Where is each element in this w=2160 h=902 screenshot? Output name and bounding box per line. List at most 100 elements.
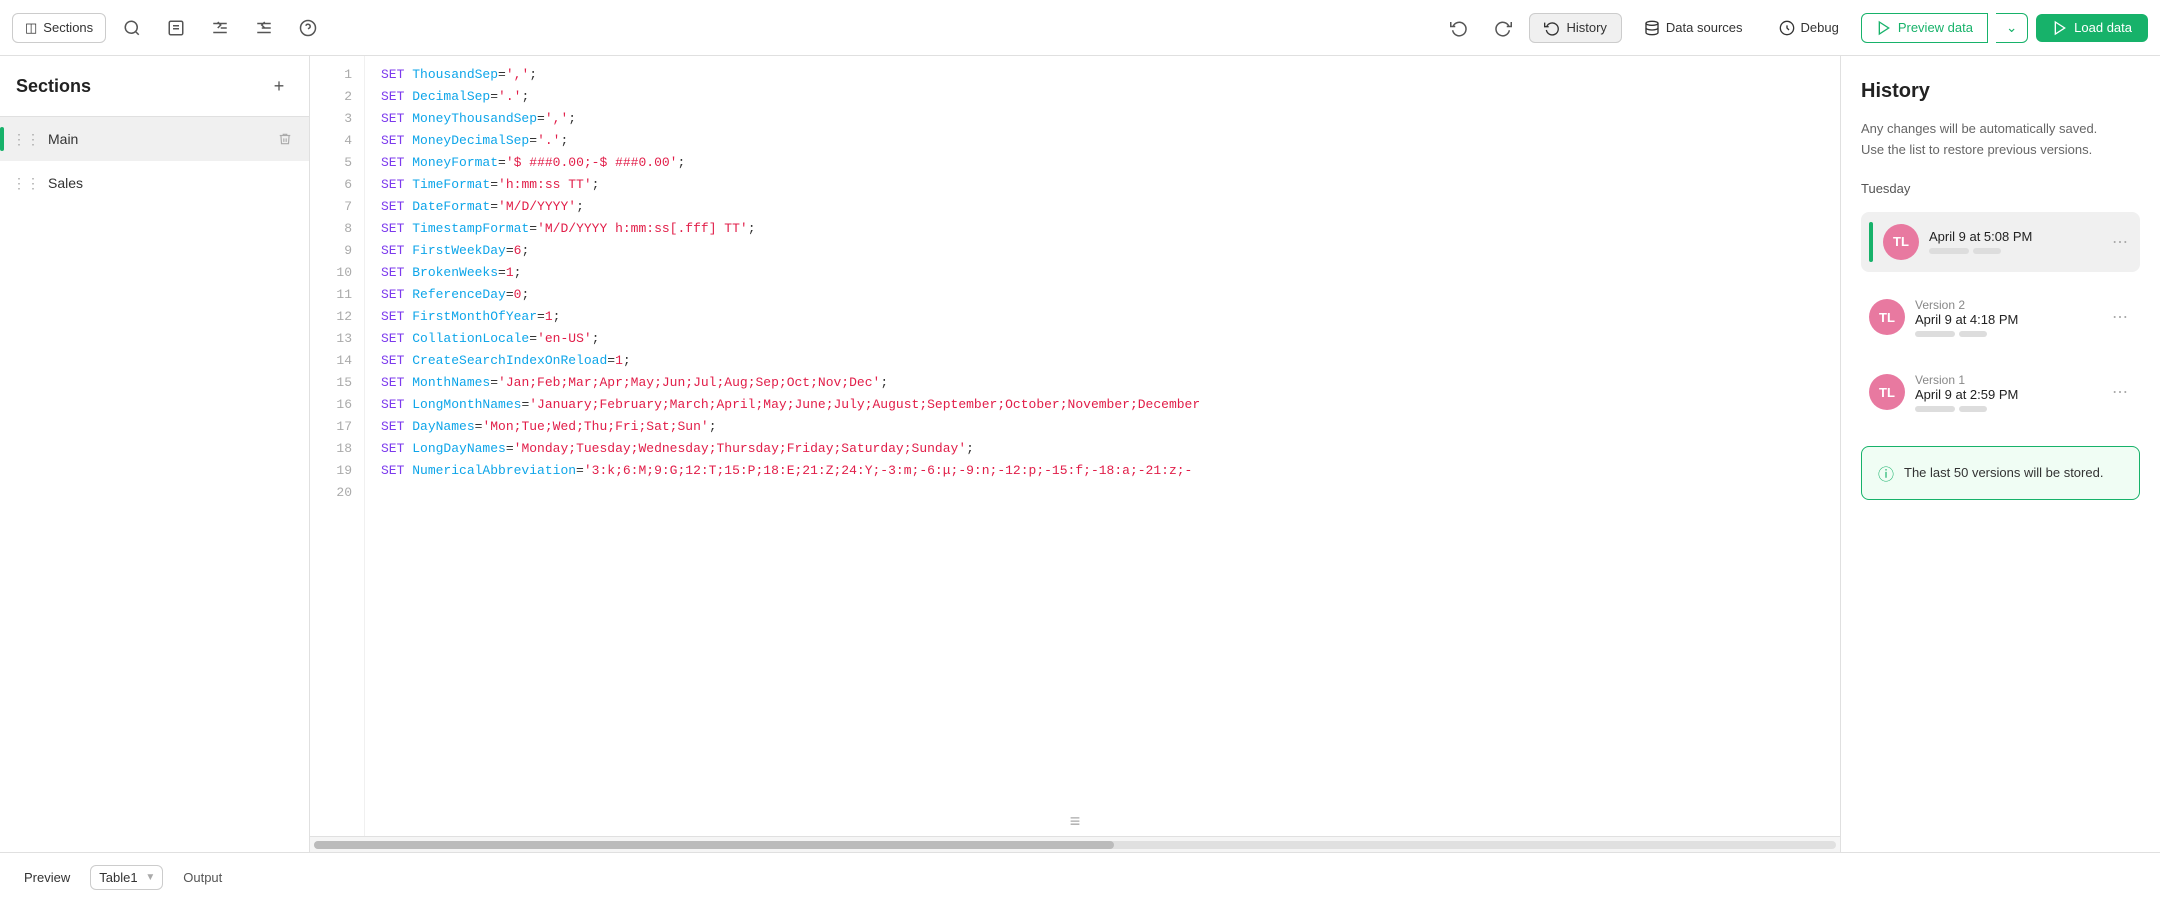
help-icon bbox=[299, 19, 317, 37]
hscroll-thumb[interactable] bbox=[314, 841, 1114, 849]
history-item-preview-v2 bbox=[1915, 331, 2098, 337]
trash-icon-sales bbox=[278, 176, 292, 190]
line-num-2: 2 bbox=[310, 86, 364, 108]
history-more-button-current[interactable]: ⋯ bbox=[2108, 230, 2132, 254]
history-item-v1[interactable]: TL Version 1 April 9 at 2:59 PM ⋯ bbox=[1861, 363, 2140, 422]
table-select-wrapper: Table1 ▼ bbox=[90, 865, 163, 890]
sidebar-item-label-sales: Sales bbox=[48, 175, 265, 191]
history-item-info-v2: Version 2 April 9 at 4:18 PM bbox=[1915, 298, 2098, 337]
horizontal-scrollbar[interactable] bbox=[310, 836, 1840, 852]
preview-block-v2-2 bbox=[1959, 331, 1987, 337]
redo-icon bbox=[1494, 19, 1512, 37]
line-num-16: 16 bbox=[310, 394, 364, 416]
history-panel: History Any changes will be automaticall… bbox=[1840, 56, 2160, 852]
line-num-6: 6 bbox=[310, 174, 364, 196]
history-info-box: ⓘ The last 50 versions will be stored. bbox=[1861, 446, 2140, 500]
preview-block-2 bbox=[1973, 248, 2001, 254]
sections-icon: ◫ bbox=[25, 20, 37, 36]
history-icon bbox=[1544, 20, 1560, 36]
add-section-button[interactable]: + bbox=[265, 72, 293, 100]
history-more-button-v1[interactable]: ⋯ bbox=[2108, 380, 2132, 404]
line-num-8: 8 bbox=[310, 218, 364, 240]
active-indicator bbox=[0, 127, 4, 151]
output-tab[interactable]: Output bbox=[175, 866, 230, 889]
outdent-icon bbox=[255, 19, 273, 37]
history-item-preview-v1 bbox=[1915, 406, 2098, 412]
history-item-current[interactable]: TL April 9 at 5:08 PM ⋯ bbox=[1861, 212, 2140, 272]
history-title: History bbox=[1861, 80, 2140, 103]
line-num-1: 1 bbox=[310, 64, 364, 86]
load-button[interactable]: Load data bbox=[2036, 14, 2148, 42]
preview-block-v2-1 bbox=[1915, 331, 1955, 337]
search-button[interactable] bbox=[114, 10, 150, 46]
sidebar-item-sales[interactable]: ⋮⋮ Sales bbox=[0, 161, 309, 205]
history-info-text: The last 50 versions will be stored. bbox=[1904, 465, 2103, 480]
preview-tab[interactable]: Preview bbox=[16, 866, 78, 889]
hscroll-track[interactable] bbox=[314, 841, 1836, 849]
datasources-label: Data sources bbox=[1666, 20, 1743, 35]
line-num-19: 19 bbox=[310, 460, 364, 482]
help-button[interactable] bbox=[290, 10, 326, 46]
debug-button[interactable]: Debug bbox=[1765, 14, 1853, 42]
delete-section-button-main[interactable] bbox=[273, 127, 297, 151]
history-subtitle: Any changes will be automatically saved.… bbox=[1861, 119, 2140, 161]
drag-handle-icon-sales[interactable]: ⋮⋮ bbox=[12, 175, 40, 192]
preview-label: Preview data bbox=[1898, 20, 1973, 35]
line-num-10: 10 bbox=[310, 262, 364, 284]
load-label: Load data bbox=[2074, 20, 2132, 35]
indent-button[interactable] bbox=[202, 10, 238, 46]
sections-button[interactable]: ◫ Sections bbox=[12, 13, 106, 43]
sidebar-item-main[interactable]: ⋮⋮ Main bbox=[0, 117, 309, 161]
editor-scroll[interactable]: 1 2 3 4 5 6 7 8 9 10 11 12 13 14 15 16 1 bbox=[310, 56, 1840, 836]
format-button[interactable] bbox=[158, 10, 194, 46]
drag-handle-icon[interactable]: ⋮⋮ bbox=[12, 131, 40, 148]
datasources-button[interactable]: Data sources bbox=[1630, 14, 1757, 42]
history-button[interactable]: History bbox=[1529, 13, 1621, 43]
history-item-info-current: April 9 at 5:08 PM bbox=[1929, 229, 2098, 254]
line-num-13: 13 bbox=[310, 328, 364, 350]
toolbar-right: History Data sources Debug Preview data … bbox=[1441, 10, 2148, 46]
history-label: History bbox=[1566, 20, 1606, 35]
sections-label: Sections bbox=[43, 20, 93, 35]
indent-icon bbox=[211, 19, 229, 37]
editor-area: 1 2 3 4 5 6 7 8 9 10 11 12 13 14 15 16 1 bbox=[310, 56, 1840, 852]
line-numbers: 1 2 3 4 5 6 7 8 9 10 11 12 13 14 15 16 1 bbox=[310, 56, 365, 836]
bottom-bar: Preview Table1 ▼ Output bbox=[0, 852, 2160, 902]
line-num-7: 7 bbox=[310, 196, 364, 218]
undo-icon bbox=[1450, 19, 1468, 37]
debug-icon bbox=[1779, 20, 1795, 36]
trash-icon bbox=[278, 132, 292, 146]
undo-button[interactable] bbox=[1441, 10, 1477, 46]
preview-block-1 bbox=[1929, 248, 1969, 254]
search-icon bbox=[123, 19, 141, 37]
line-num-12: 12 bbox=[310, 306, 364, 328]
sidebar-item-label-main: Main bbox=[48, 131, 265, 147]
history-item-v2[interactable]: TL Version 2 April 9 at 4:18 PM ⋯ bbox=[1861, 288, 2140, 347]
history-more-button-v2[interactable]: ⋯ bbox=[2108, 305, 2132, 329]
history-item-time-v2: April 9 at 4:18 PM bbox=[1915, 312, 2098, 327]
sidebar-items: ⋮⋮ Main ⋮⋮ Sales bbox=[0, 117, 309, 852]
line-num-18: 18 bbox=[310, 438, 364, 460]
history-subtitle-line2: Use the list to restore previous version… bbox=[1861, 142, 2092, 157]
preview-arrow-button[interactable]: ⌄ bbox=[1996, 13, 2028, 43]
code-editor[interactable]: SET ThousandSep=','; SET DecimalSep='.';… bbox=[365, 56, 1840, 836]
format-icon bbox=[167, 19, 185, 37]
preview-button[interactable]: Preview data bbox=[1861, 13, 1988, 43]
toolbar: ◫ Sections History Data sources bbox=[0, 0, 2160, 56]
preview-block-v1-1 bbox=[1915, 406, 1955, 412]
redo-button[interactable] bbox=[1485, 10, 1521, 46]
table-select[interactable]: Table1 bbox=[90, 865, 163, 890]
outdent-button[interactable] bbox=[246, 10, 282, 46]
history-item-version-v1: Version 1 bbox=[1915, 373, 2098, 387]
line-num-14: 14 bbox=[310, 350, 364, 372]
preview-block-v1-2 bbox=[1959, 406, 1987, 412]
history-item-time-current: April 9 at 5:08 PM bbox=[1929, 229, 2098, 244]
sidebar: Sections + ⋮⋮ Main ⋮⋮ Sales bbox=[0, 56, 310, 852]
history-item-time-v1: April 9 at 2:59 PM bbox=[1915, 387, 2098, 402]
history-subtitle-line1: Any changes will be automatically saved. bbox=[1861, 121, 2097, 136]
datasources-icon bbox=[1644, 20, 1660, 36]
main-layout: Sections + ⋮⋮ Main ⋮⋮ Sales bbox=[0, 56, 2160, 852]
avatar-v1: TL bbox=[1869, 374, 1905, 410]
editor-content: 1 2 3 4 5 6 7 8 9 10 11 12 13 14 15 16 1 bbox=[310, 56, 1840, 836]
line-num-20: 20 bbox=[310, 482, 364, 504]
